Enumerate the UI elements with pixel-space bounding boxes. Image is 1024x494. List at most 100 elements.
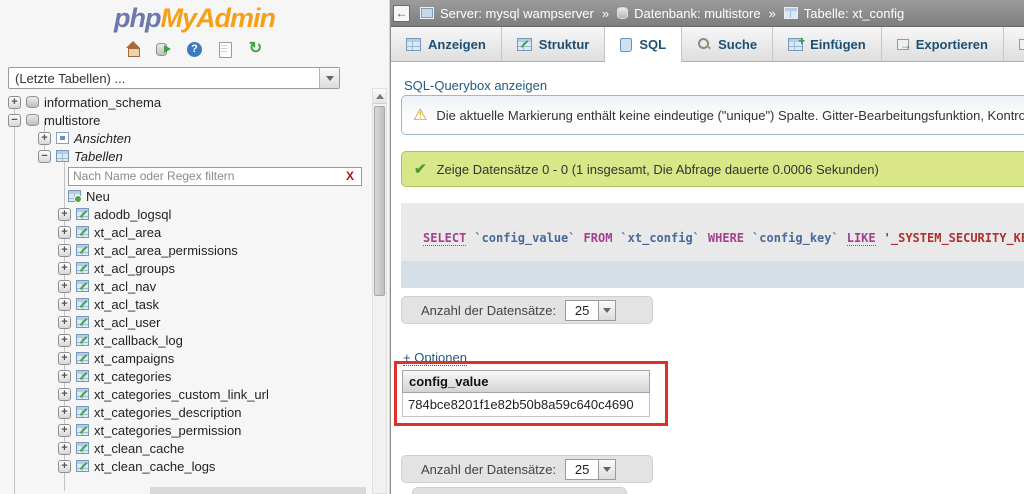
tab-sql[interactable]: SQL	[605, 27, 683, 62]
tree-expander-minus-icon[interactable]: −	[38, 149, 51, 163]
tree-item-label: information_schema	[44, 94, 162, 110]
partial-toolbar	[412, 487, 627, 494]
tree-item-xt-clean-cache-logs[interactable]: + xt_clean_cache_logs	[0, 457, 389, 475]
logo-php-text: php	[114, 3, 161, 33]
breadcrumb-item-datenbank[interactable]: Datenbank: multistore	[634, 6, 760, 21]
tree-expander-plus-icon[interactable]: +	[58, 225, 71, 239]
tree-expander-plus-icon[interactable]: +	[58, 369, 71, 383]
tab-label: Einfügen	[810, 36, 866, 52]
reload-icon[interactable]: ↻	[247, 41, 264, 57]
tree-item-label: xt_acl_area_permissions	[94, 242, 238, 258]
rows-count-select[interactable]: 25	[565, 458, 617, 480]
table-edit-icon	[76, 352, 89, 364]
sql-querybox-toggle-link[interactable]: SQL-Querybox anzeigen	[404, 78, 547, 93]
breadcrumb-item-server[interactable]: Server: mysql wampserver	[440, 6, 594, 21]
tree-item-ansichten[interactable]: + Ansichten	[0, 129, 389, 147]
tree-filter-input[interactable]	[68, 166, 362, 186]
table-tabs: AnzeigenStrukturSQLSuche Einfügen →Exporti…	[391, 27, 1024, 62]
db-icon	[26, 96, 39, 108]
help-icon[interactable]: ?	[187, 41, 202, 57]
tree-item-xt-categories-description[interactable]: + xt_categories_description	[0, 403, 389, 421]
search-icon	[697, 37, 711, 51]
tree-expander-plus-icon[interactable]: +	[58, 261, 71, 275]
table-icon	[783, 7, 798, 19]
tree-item-xt-categories-permission[interactable]: + xt_categories_permission	[0, 421, 389, 439]
sql-token-kw-link[interactable]: SELECT	[423, 231, 467, 246]
tab-einf-gen[interactable]: Einfügen	[773, 27, 882, 61]
phpmyadmin-logo[interactable]: phpMyAdmin	[0, 0, 389, 34]
tree-item-xt-acl-groups[interactable]: + xt_acl_groups	[0, 259, 389, 277]
table-edit-icon	[76, 442, 89, 454]
tree-expander-plus-icon[interactable]: +	[58, 297, 71, 311]
tree-item-xt-acl-nav[interactable]: + xt_acl_nav	[0, 277, 389, 295]
tree-expander-plus-icon[interactable]: +	[58, 243, 71, 257]
breadcrumb-item-tabelle[interactable]: Tabelle: xt_config	[804, 6, 904, 21]
back-button[interactable]: ←	[393, 4, 410, 22]
tree-item-xt-acl-area-permissions[interactable]: + xt_acl_area_permissions	[0, 241, 389, 259]
tree-item-selected-partial[interactable]	[150, 487, 366, 494]
recent-tables-value: (Letzte Tabellen) ...	[15, 70, 126, 86]
tree-expander-plus-icon[interactable]: +	[58, 459, 71, 473]
tree-item-xt-acl-area[interactable]: + xt_acl_area	[0, 223, 389, 241]
tree-item-information-schema[interactable]: + information_schema	[0, 93, 389, 111]
tree-expander-plus-icon[interactable]: +	[58, 333, 71, 347]
select-dropdown-button[interactable]	[598, 458, 617, 480]
tree-expander-minus-icon[interactable]: −	[8, 113, 21, 127]
rows-count-selector-top: Anzahl der Datensätze: 25	[401, 296, 653, 324]
tree-expander-plus-icon[interactable]: +	[58, 441, 71, 455]
table-edit-icon	[76, 316, 89, 328]
logout-icon[interactable]	[156, 41, 173, 57]
tree-item-label: xt_acl_user	[94, 314, 161, 330]
tree-item-label: xt_categories	[94, 368, 172, 384]
tree-expander-plus-icon[interactable]: +	[58, 351, 71, 365]
sql-token-id: `config_value`	[474, 231, 576, 245]
tree-item-xt-categories[interactable]: + xt_categories	[0, 367, 389, 385]
scrollbar-up-button[interactable]	[373, 89, 386, 104]
tree-expander-plus-icon[interactable]: +	[58, 405, 71, 419]
recent-tables-select[interactable]: (Letzte Tabellen) ...	[8, 67, 340, 89]
tree-item-label: xt_acl_nav	[94, 278, 157, 294]
tab-anzeigen[interactable]: Anzeigen	[391, 27, 502, 61]
tab-struktur[interactable]: Struktur	[502, 27, 606, 61]
tree-item-xt-callback-log[interactable]: + xt_callback_log	[0, 331, 389, 349]
tree-expander-plus-icon[interactable]: +	[58, 423, 71, 437]
tree-item-xt-acl-task[interactable]: + xt_acl_task	[0, 295, 389, 313]
select-dropdown-button[interactable]	[319, 68, 339, 88]
tab-exportieren[interactable]: → Exportieren	[882, 27, 1004, 61]
table-edit-icon	[76, 244, 89, 256]
tab-suche[interactable]: Suche	[682, 27, 774, 61]
tree-item-tabellen[interactable]: − Tabellen	[0, 147, 389, 165]
tree-expander-plus-icon[interactable]: +	[58, 387, 71, 401]
tree-item-adodb-logsql[interactable]: + adodb_logsql	[0, 205, 389, 223]
home-icon[interactable]	[125, 41, 142, 57]
tree-item-xt-acl-user[interactable]: + xt_acl_user	[0, 313, 389, 331]
tree-item-label: xt_clean_cache_logs	[94, 458, 216, 474]
table-edit-icon	[76, 370, 89, 382]
tree-expander-plus-icon[interactable]: +	[38, 131, 51, 145]
phpmyadmin-window: phpMyAdmin ? ↻ (Letzte Tabellen) ... + inf…	[0, 0, 1024, 494]
table-edit-icon	[76, 298, 89, 310]
rows-count-select[interactable]: 25	[565, 299, 617, 321]
filter-clear-button[interactable]: X	[346, 169, 354, 183]
tree-item-xt-clean-cache[interactable]: + xt_clean_cache	[0, 439, 389, 457]
sql-token-kw-link[interactable]: LIKE	[846, 231, 876, 246]
server-icon	[420, 7, 434, 19]
tree-item-label: xt_acl_groups	[94, 260, 175, 276]
tree-item-neu[interactable]: Neu	[0, 187, 389, 205]
select-dropdown-button[interactable]	[598, 299, 617, 321]
tree-expander-plus-icon[interactable]: +	[58, 315, 71, 329]
tree-expander-plus-icon[interactable]: +	[8, 95, 21, 109]
tree-item-multistore[interactable]: − multistore	[0, 111, 389, 129]
tree-item-xt-campaigns[interactable]: + xt_campaigns	[0, 349, 389, 367]
export-icon: →	[896, 38, 912, 52]
scrollbar-thumb[interactable]	[374, 106, 385, 296]
sidebar-scrollbar[interactable]	[372, 88, 387, 494]
tab-importieren[interactable]: →Importieren	[1004, 27, 1024, 61]
tree-expander-plus-icon[interactable]: +	[58, 279, 71, 293]
table-edit-icon	[76, 406, 89, 418]
tree-item-label: adodb_logsql	[94, 206, 172, 222]
tree-expander-plus-icon[interactable]: +	[58, 207, 71, 221]
documentation-icon[interactable]	[216, 41, 233, 58]
sql-token-kw: FROM	[583, 231, 613, 245]
tree-item-xt-categories-custom-link-url[interactable]: + xt_categories_custom_link_url	[0, 385, 389, 403]
